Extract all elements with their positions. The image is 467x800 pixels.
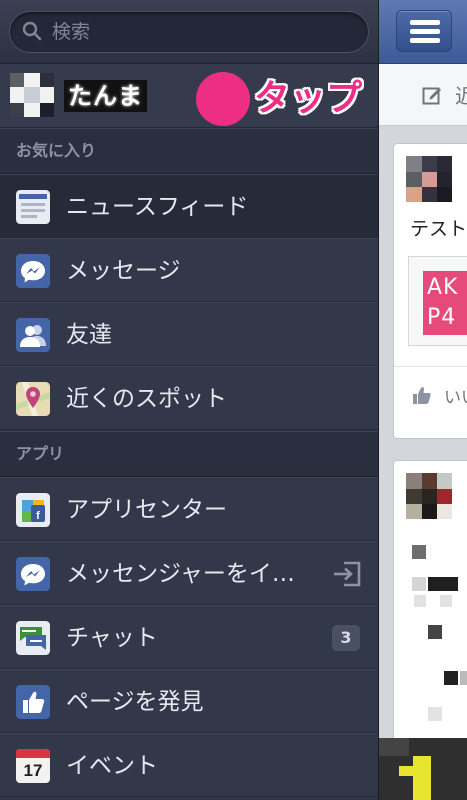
menu-icon-bar [410, 29, 440, 34]
menu-item-label: イベント [66, 753, 158, 779]
menu-item-nearby-places[interactable]: 近くのスポット [0, 366, 378, 430]
blurred-content [428, 625, 442, 639]
like-action[interactable]: いい [394, 366, 467, 424]
blurred-content [414, 595, 426, 607]
like-label: いい [444, 388, 467, 408]
status-composer-bar[interactable]: 近 [379, 64, 467, 126]
section-header-favorites: お気に入り [0, 128, 378, 174]
blurred-content [460, 671, 467, 685]
menu-icon-bar [410, 20, 440, 25]
menu-item-label: ページを発見 [66, 689, 204, 715]
blurred-content [440, 595, 452, 607]
news-feed-panel: 近 テスト AK P4 いい [378, 0, 467, 800]
link-preview[interactable]: AK P4 [408, 256, 467, 346]
menu-icon-bar [410, 38, 440, 43]
post-author-avatar[interactable] [406, 156, 452, 202]
menu-item-app-center[interactable]: f アプリセンター [0, 477, 378, 541]
blurred-content [444, 671, 458, 685]
search-input[interactable] [52, 18, 352, 46]
menu-item-label: ニュースフィード [66, 194, 249, 220]
side-menu: たんま タップ お気に入り ニュースフィード メッセージ 友達 [0, 0, 378, 800]
menu-item-label: 友達 [66, 322, 112, 348]
blurred-content [428, 707, 442, 721]
status-label: 近 [455, 80, 467, 109]
menu-item-messages[interactable]: メッセージ [0, 238, 378, 302]
friends-icon [16, 318, 50, 352]
menu-item-messenger[interactable]: メッセンジャーをイ… [0, 541, 378, 605]
blurred-content [413, 756, 431, 800]
avatar [10, 73, 54, 117]
menu-item-label: アプリセンター [66, 497, 227, 523]
blurred-content [412, 545, 426, 559]
menu-item-events[interactable]: 17 イベント [0, 733, 378, 797]
menu-item-label: 近くのスポット [66, 386, 227, 412]
tap-indicator-dot [196, 72, 250, 126]
search-icon [22, 21, 42, 41]
svg-text:f: f [36, 510, 40, 522]
menu-item-label: メッセージ [66, 258, 181, 284]
blurred-content [379, 738, 409, 756]
post-card: テスト AK P4 いい [393, 143, 467, 439]
link-thumbnail: AK P4 [423, 271, 467, 335]
calendar-date: 17 [23, 761, 43, 780]
nearby-places-icon [16, 382, 50, 416]
photo-thumbnail[interactable] [379, 738, 467, 800]
like-icon [16, 685, 50, 719]
calendar-icon: 17 [16, 749, 50, 783]
chat-icon [16, 621, 50, 655]
section-header-apps: アプリ [0, 431, 378, 477]
edit-icon [422, 87, 441, 105]
messages-icon [16, 254, 50, 288]
menu-item-label: チャット [66, 625, 158, 651]
app-center-icon: f [16, 493, 50, 527]
menu-item-discover-pages[interactable]: ページを発見 [0, 669, 378, 733]
tap-annotation: タップ [254, 78, 363, 119]
blurred-content [399, 766, 413, 776]
exit-icon[interactable] [332, 560, 362, 588]
menu-item-chat[interactable]: チャット 3 [0, 605, 378, 669]
news-feed-icon [16, 190, 50, 224]
post-card-2 [393, 460, 467, 760]
post-text: テスト [410, 218, 467, 240]
search-bar [0, 0, 378, 64]
feed-navbar [379, 0, 467, 64]
blurred-content [428, 577, 458, 591]
menu-item-news-feed[interactable]: ニュースフィード [0, 174, 378, 238]
menu-item-label: メッセンジャーをイ… [66, 561, 295, 587]
post-author-avatar[interactable] [406, 473, 452, 519]
menu-button[interactable] [396, 10, 452, 52]
blurred-content [412, 577, 426, 591]
profile-name: たんま [64, 80, 147, 112]
menu-item-friends[interactable]: 友達 [0, 302, 378, 366]
messenger-icon [16, 557, 50, 591]
chat-count-badge: 3 [332, 625, 360, 651]
thumbs-up-icon [413, 387, 431, 404]
